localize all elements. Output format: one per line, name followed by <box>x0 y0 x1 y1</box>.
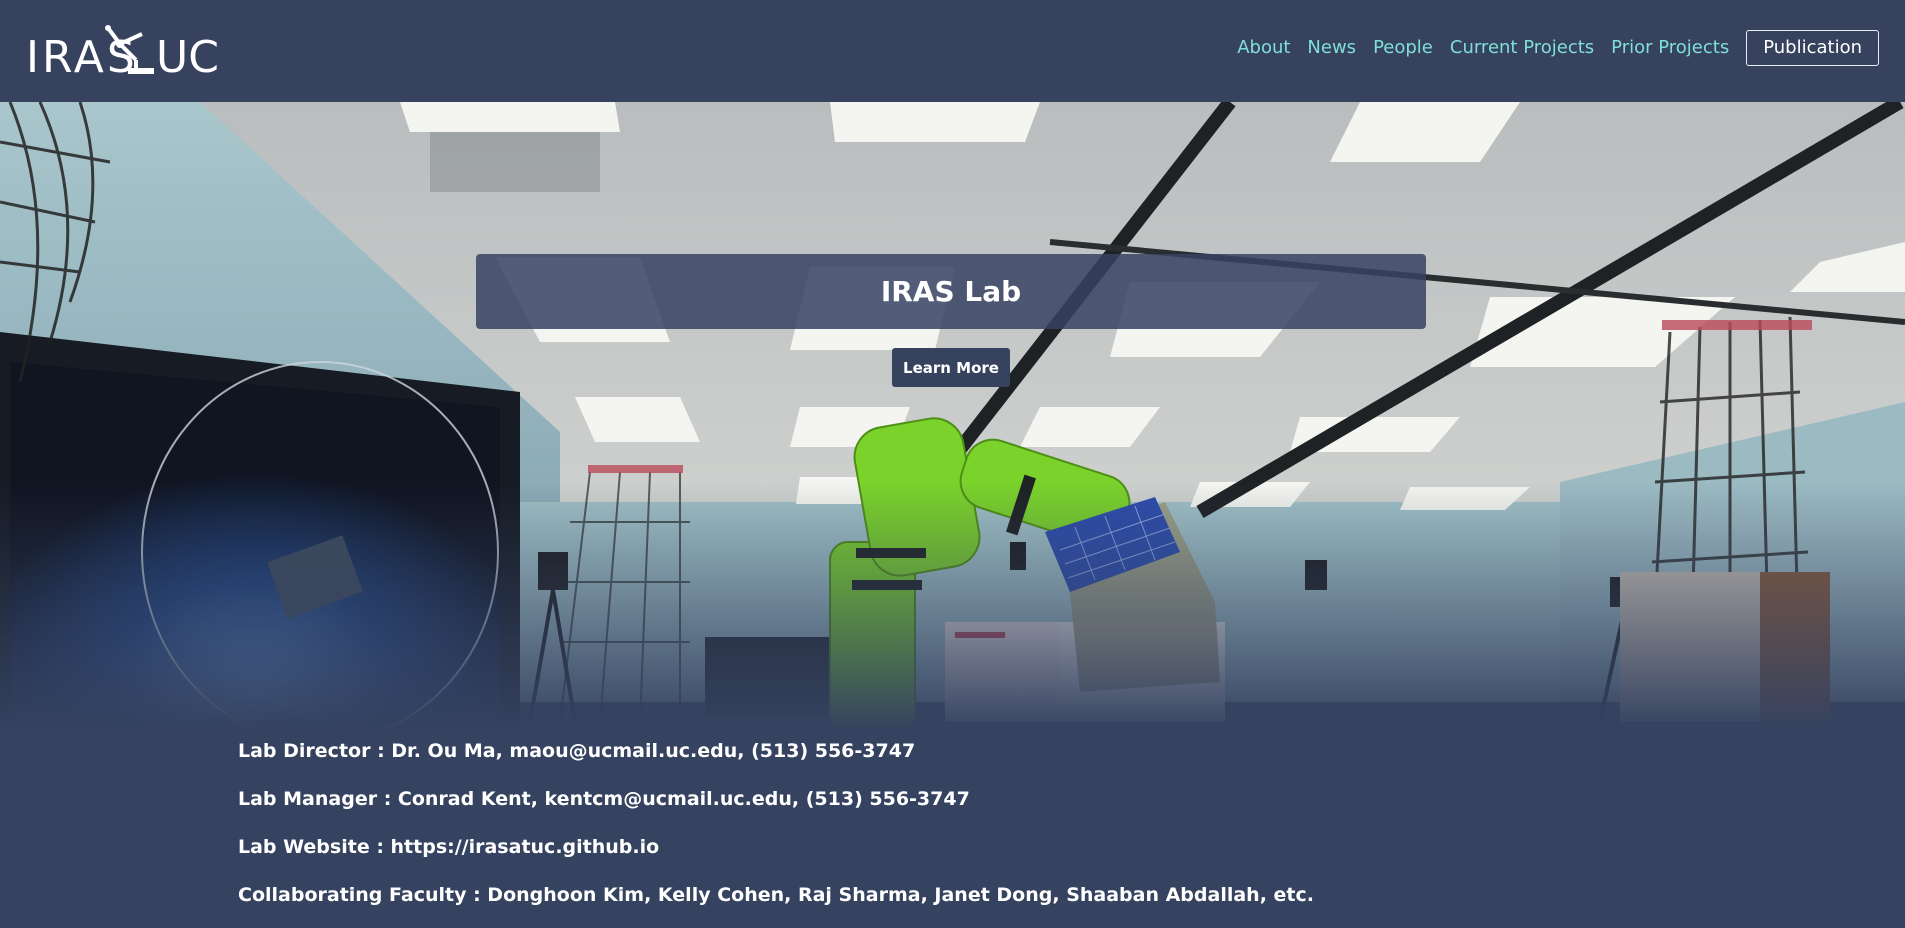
nav-current-projects[interactable]: Current Projects <box>1450 30 1594 66</box>
nav-links: About News People Current Projects Prior… <box>1220 30 1879 66</box>
iras-logo[interactable]: IRAS UC <box>24 22 224 78</box>
hero-section: IRAS Lab Learn More <box>0 102 1905 732</box>
nav-news[interactable]: News <box>1307 30 1356 66</box>
lab-director-line: Lab Director : Dr. Ou Ma, maou@ucmail.uc… <box>238 740 916 762</box>
publication-button[interactable]: Publication <box>1746 30 1879 66</box>
svg-text:UC: UC <box>156 32 219 78</box>
learn-more-button[interactable]: Learn More <box>892 348 1010 387</box>
lab-manager-line: Lab Manager : Conrad Kent, kentcm@ucmail… <box>238 788 970 810</box>
top-navbar: IRAS UC About News People Current Projec… <box>0 0 1905 102</box>
hero-lab-photo <box>0 102 1905 732</box>
lab-info: Lab Director : Dr. Ou Ma, maou@ucmail.uc… <box>238 736 1738 928</box>
nav-people[interactable]: People <box>1373 30 1433 66</box>
svg-text:IRAS: IRAS <box>26 32 138 78</box>
lab-website-line: Lab Website : https://irasatuc.github.io <box>238 836 660 858</box>
hero-title: IRAS Lab <box>476 254 1426 329</box>
nav-prior-projects[interactable]: Prior Projects <box>1611 30 1729 66</box>
collaborating-faculty-line: Collaborating Faculty : Donghoon Kim, Ke… <box>238 884 1314 906</box>
nav-about[interactable]: About <box>1237 30 1290 66</box>
